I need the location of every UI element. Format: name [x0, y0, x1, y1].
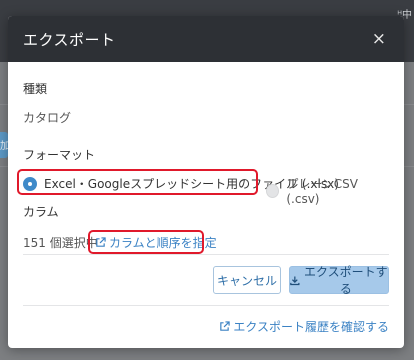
divider	[23, 305, 389, 306]
column-order-link-label: カラムと順序を指定	[109, 236, 217, 250]
column-count: 151 個選択中	[23, 236, 98, 250]
cancel-button[interactable]: キャンセル	[213, 266, 281, 294]
export-button[interactable]: エクスポートする	[289, 265, 389, 296]
external-link-icon	[96, 237, 106, 247]
export-modal: エクスポート × 種類 カタログ フォーマット Excel・Googleスプレッ…	[8, 16, 404, 348]
type-value: カタログ	[23, 111, 72, 125]
external-link-icon	[220, 321, 231, 331]
modal-header: エクスポート ×	[8, 16, 404, 62]
export-history-link[interactable]: エクスポート履歴を確認する	[219, 318, 389, 335]
type-label: 種類	[23, 82, 48, 96]
format-option-csv-label: プレーンCSV (.csv)	[286, 177, 358, 206]
format-option-csv[interactable]: プレーンCSV (.csv)	[266, 175, 389, 206]
modal-title: エクスポート	[23, 30, 116, 49]
radio-unchecked-icon[interactable]	[266, 183, 280, 198]
export-history-link-label: エクスポート履歴を確認する	[233, 320, 389, 334]
column-order-link[interactable]: カラムと順序を指定	[95, 234, 217, 251]
format-label: フォーマット	[23, 148, 96, 162]
format-radio-group: Excel・Googleスプレッドシート用のファイル (.xlsx) プレーンC…	[17, 169, 389, 206]
download-icon	[290, 275, 300, 285]
radio-checked-icon[interactable]	[23, 176, 37, 191]
close-icon[interactable]: ×	[372, 30, 386, 48]
export-button-label: エクスポートする	[304, 265, 388, 296]
divider	[23, 254, 389, 255]
modal-body: 種類 カタログ フォーマット Excel・Googleスプレッドシート用のファイ…	[8, 62, 404, 254]
column-row: 151 個選択中 カラムと順序を指定	[23, 230, 389, 254]
